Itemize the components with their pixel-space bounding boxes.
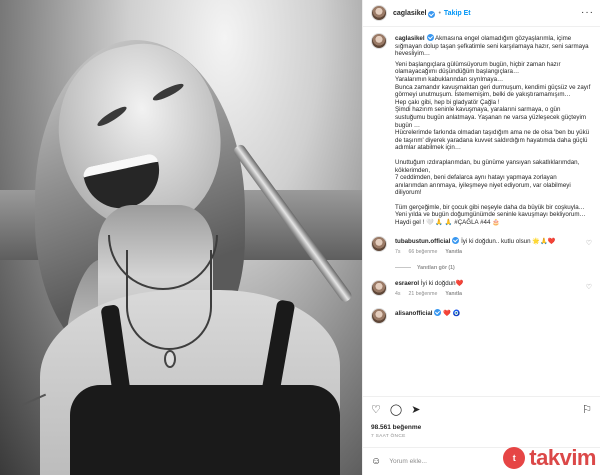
hashtag-link[interactable]: #ÇAĞLA xyxy=(454,219,478,226)
comment-like-heart-icon[interactable]: ♡ xyxy=(586,280,592,291)
caption-paragraph: Tüm gerçeğimle, bir çocuk gibi neşeyle d… xyxy=(395,203,586,227)
caption-paragraph: Unuttuğum ızdıraplarımdan, bu günüme yan… xyxy=(395,158,580,197)
comment-username[interactable]: tubabustun.official xyxy=(395,238,450,245)
comment-meta: 4s 21 beğenme Yanıtla xyxy=(395,291,463,299)
verified-badge-icon xyxy=(452,236,460,244)
comment-text: İyi ki doğdun.. kutlu olsun 🌟🙏❤️ xyxy=(461,237,556,245)
comment-likes[interactable]: 21 beğenme xyxy=(408,291,437,299)
more-icon[interactable]: ··· xyxy=(581,8,594,18)
avatar[interactable] xyxy=(371,5,387,21)
comment-text: ❤️ 🧿 xyxy=(443,310,461,318)
watermark-logo: t takvim xyxy=(503,445,596,471)
verified-badge-icon xyxy=(428,10,436,18)
emoji-icon[interactable]: ☺ xyxy=(371,456,381,467)
comment-icon[interactable]: ◯ xyxy=(390,404,402,416)
comment-like-heart-icon[interactable]: ♡ xyxy=(586,236,592,247)
avatar[interactable] xyxy=(371,308,387,325)
comment-time: 4s xyxy=(395,291,401,298)
avatar[interactable] xyxy=(371,279,387,296)
comment-input[interactable] xyxy=(389,458,500,465)
caption-username[interactable]: caglasikel xyxy=(395,35,425,42)
comment-time: 7s xyxy=(395,249,401,256)
bookmark-icon[interactable]: ⚐ xyxy=(582,404,592,416)
comment-item: esraerol İyi ki doğdun❤️ 4s 21 beğenme Y… xyxy=(371,279,592,299)
post-actions: ♡ ◯ ➤ ⚐ 98.561 beğenme 7 SAAT ÖNCE xyxy=(363,396,600,439)
watermark-badge: t xyxy=(503,447,526,469)
view-replies-button[interactable]: Yanıtları gör (1) xyxy=(395,265,592,271)
post-photo xyxy=(0,0,362,475)
avatar[interactable] xyxy=(371,33,387,49)
caption-block: caglasikel Akmasına engel olamadığım göz… xyxy=(371,33,592,227)
comment-item: alisanofficial ❤️ 🧿 xyxy=(371,308,592,325)
comment-username[interactable]: esraerol xyxy=(395,280,419,287)
hashtag-link[interactable]: #44 xyxy=(480,219,490,226)
post-header: caglasikel • Takip Et ··· xyxy=(363,0,600,27)
action-icons: ♡ ◯ ➤ ⚐ xyxy=(371,403,592,417)
instagram-post: caglasikel • Takip Et ··· caglasikel Akm… xyxy=(0,0,600,475)
post-caption: caglasikel Akmasına engel olamadığım göz… xyxy=(395,33,591,227)
verified-badge-icon xyxy=(426,34,434,41)
heart-icon[interactable]: ♡ xyxy=(371,404,381,416)
verified-badge-icon xyxy=(434,309,442,317)
caption-paragraph: Yeni başlangıçlara gülümsüyorum bugün, h… xyxy=(395,60,591,152)
comments-area[interactable]: caglasikel Akmasına engel olamadığım göz… xyxy=(363,27,600,396)
watermark-word: takvim xyxy=(529,445,596,470)
post-time: 7 SAAT ÖNCE xyxy=(371,434,406,439)
avatar[interactable] xyxy=(371,235,387,252)
post-sidebar: caglasikel • Takip Et ··· caglasikel Akm… xyxy=(362,0,600,475)
share-icon[interactable]: ➤ xyxy=(411,404,420,416)
likes-count[interactable]: 98.561 beğenme xyxy=(371,424,592,431)
post-author-username[interactable]: caglasikel xyxy=(393,10,426,17)
comment-username[interactable]: alisanofficial xyxy=(395,310,432,317)
separator-dot: • xyxy=(438,9,441,17)
reply-button[interactable]: Yanıtla xyxy=(445,291,462,299)
comment-likes[interactable]: 66 beğenme xyxy=(408,249,437,257)
comment-text: İyi ki doğdun❤️ xyxy=(420,279,464,287)
comment-meta: 7s 66 beğenme Yanıtla xyxy=(395,249,555,257)
comment-item: tubabustun.official İyi ki doğdun.. kutl… xyxy=(371,235,592,271)
reply-button[interactable]: Yanıtla xyxy=(445,249,462,257)
follow-button[interactable]: Takip Et xyxy=(444,10,471,17)
